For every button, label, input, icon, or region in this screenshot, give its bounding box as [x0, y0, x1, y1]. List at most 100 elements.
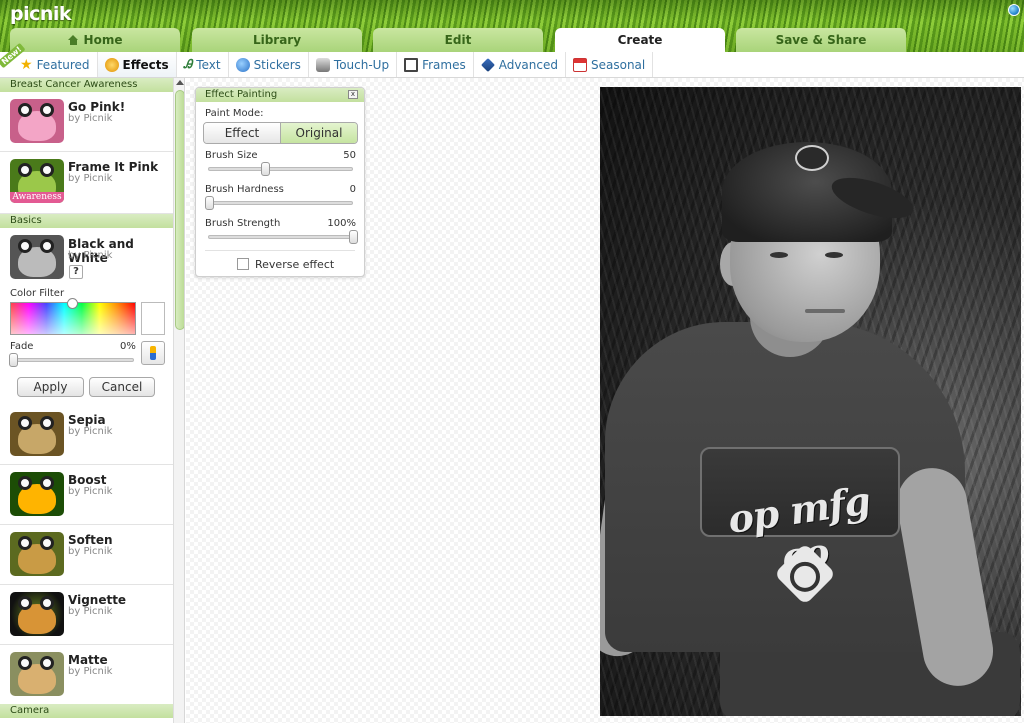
effect-author: by Picnik — [68, 666, 113, 677]
effect-author: by Picnik — [68, 426, 113, 437]
tab-edit[interactable]: Edit — [373, 28, 543, 52]
paintbrush-button[interactable] — [141, 341, 165, 365]
subtab-featured[interactable]: New! ★ Featured — [0, 42, 98, 77]
frame-it-pink-thumb: Awareness — [10, 159, 64, 203]
photo-preview[interactable]: op mfg co — [600, 87, 1021, 716]
divider — [205, 250, 355, 251]
tab-home-label: Home — [83, 33, 123, 47]
brush-strength-label: Brush Strength — [205, 218, 281, 229]
go-pink-thumb — [10, 99, 64, 143]
tab-save-share[interactable]: Save & Share — [736, 28, 906, 52]
apply-button[interactable]: Apply — [17, 377, 84, 397]
brush-hardness-knob[interactable] — [205, 196, 214, 210]
effect-name: Boost — [68, 473, 107, 487]
photo-eye-left — [770, 252, 788, 258]
brush-strength-value: 100% — [327, 218, 356, 229]
brush-size-knob[interactable] — [261, 162, 270, 176]
effect-author: by Picnik — [68, 173, 113, 184]
close-icon[interactable]: x — [348, 90, 358, 99]
effect-vignette[interactable]: Vignette by Picnik — [0, 585, 173, 645]
effect-soften[interactable]: Soften by Picnik — [0, 525, 173, 585]
tab-edit-label: Edit — [444, 33, 472, 47]
color-filter-label: Color Filter — [10, 288, 65, 299]
fade-value: 0% — [120, 341, 136, 352]
effects-icon — [104, 57, 119, 72]
effect-frame-it-pink[interactable]: Awareness Frame It Pink by Picnik — [0, 152, 173, 214]
fade-slider-knob[interactable] — [9, 353, 18, 367]
tab-create-label: Create — [617, 33, 663, 47]
subtab-frames[interactable]: Frames — [397, 52, 474, 77]
mode-effect-button[interactable]: Effect — [204, 123, 280, 143]
scroll-thumb[interactable] — [175, 90, 184, 330]
effect-matte[interactable]: Matte by Picnik — [0, 645, 173, 705]
picnik-logo[interactable]: picnik — [10, 3, 72, 25]
subtab-seasonal-label: Seasonal — [591, 57, 646, 72]
app-header: picnik Home Library Edit Create Save & S… — [0, 0, 1024, 52]
color-filter-knob[interactable] — [67, 298, 78, 309]
subtab-text[interactable]: Ꭿ Text — [177, 52, 229, 77]
effect-author: by Picnik — [68, 486, 113, 497]
section-awareness: Breast Cancer Awareness — [0, 78, 173, 92]
tab-create[interactable]: Create — [555, 28, 725, 52]
scroll-up-arrow-icon[interactable] — [176, 80, 184, 85]
effect-sepia[interactable]: Sepia by Picnik — [0, 405, 173, 465]
subtab-stickers[interactable]: Stickers — [229, 52, 309, 77]
subtab-advanced[interactable]: Advanced — [474, 52, 566, 77]
advanced-icon — [480, 57, 495, 72]
fade-label: Fade — [10, 341, 34, 352]
effect-name: Vignette — [68, 593, 127, 607]
calendar-icon — [573, 57, 587, 72]
subtab-featured-label: Featured — [36, 57, 90, 72]
stickers-icon — [235, 57, 250, 72]
effect-black-white[interactable]: Black and White by Picnik — [0, 229, 173, 283]
reverse-effect-label: Reverse effect — [255, 258, 335, 271]
black-white-thumb — [10, 235, 64, 279]
effect-go-pink[interactable]: Go Pink! by Picnik — [0, 92, 173, 152]
section-basics: Basics — [0, 214, 173, 228]
subtab-touchup-label: Touch-Up — [333, 57, 390, 72]
globe-icon[interactable] — [1008, 4, 1020, 16]
effect-name: Matte — [68, 653, 108, 667]
tab-library[interactable]: Library — [192, 28, 362, 52]
effect-name: Frame It Pink — [68, 160, 159, 174]
home-icon — [67, 35, 79, 45]
brush-hardness-track[interactable] — [208, 201, 353, 205]
effect-author: by Picnik — [68, 546, 113, 557]
paint-mode-toggle: Effect Original — [203, 122, 358, 144]
section-camera: Camera — [0, 704, 173, 718]
brush-size-track[interactable] — [208, 167, 353, 171]
effect-name: Sepia — [68, 413, 106, 427]
tab-save-share-label: Save & Share — [775, 33, 867, 47]
effects-scrollbar[interactable] — [173, 78, 184, 723]
effects-list-panel: Breast Cancer Awareness Go Pink! by Picn… — [0, 78, 185, 723]
help-button[interactable]: ? — [69, 265, 83, 279]
create-subtabs: New! ★ Featured Effects Ꭿ Text Stickers … — [0, 42, 1024, 78]
subtab-effects-label: Effects — [122, 57, 169, 72]
effect-author: by Picnik — [68, 606, 113, 617]
subtab-touchup[interactable]: Touch-Up — [309, 52, 398, 77]
text-icon: Ꭿ — [183, 57, 193, 71]
frames-icon — [404, 57, 419, 72]
touchup-icon — [315, 57, 330, 72]
brush-strength-track[interactable] — [208, 235, 353, 239]
tab-home[interactable]: Home — [10, 28, 180, 52]
mode-original-button[interactable]: Original — [280, 123, 357, 143]
subtab-stickers-label: Stickers — [253, 57, 301, 72]
effect-name: Soften — [68, 533, 113, 547]
subtab-text-label: Text — [196, 57, 221, 72]
vignette-thumb — [10, 592, 64, 636]
brush-size-value: 50 — [343, 150, 356, 161]
subtab-seasonal[interactable]: Seasonal — [566, 52, 654, 77]
reverse-effect-checkbox[interactable] — [237, 258, 249, 270]
subtab-effects[interactable]: Effects — [97, 52, 177, 77]
effect-author: by Picnik — [68, 250, 113, 261]
effect-painting-title: Effect Painting — [196, 88, 364, 102]
brush-strength-knob[interactable] — [349, 230, 358, 244]
fade-slider-track[interactable] — [10, 358, 134, 362]
star-icon: ★ — [20, 56, 33, 73]
photo-cap-logo — [795, 145, 829, 171]
paint-mode-label: Paint Mode: — [205, 108, 264, 119]
effect-boost[interactable]: Boost by Picnik — [0, 465, 173, 525]
color-swatch[interactable] — [141, 302, 165, 335]
cancel-button[interactable]: Cancel — [89, 377, 155, 397]
